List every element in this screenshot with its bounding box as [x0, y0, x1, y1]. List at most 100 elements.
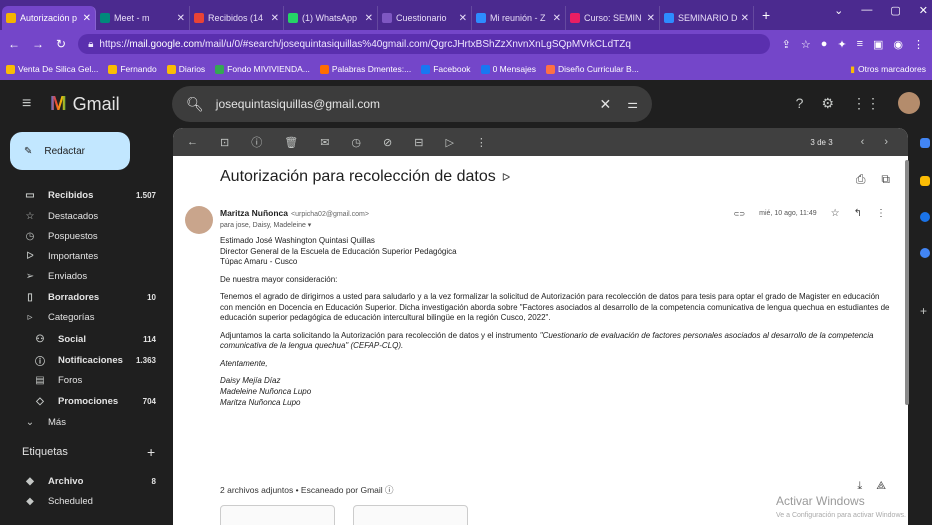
importance-marker-icon[interactable]: ᐅ — [502, 172, 510, 184]
bookmark-item[interactable]: Palabras Dmentes:... — [319, 64, 411, 74]
sender-name[interactable]: Maritza Nuñonca — [220, 208, 288, 218]
contacts-icon[interactable] — [920, 248, 930, 258]
label-item[interactable]: ◆ Scheduled — [0, 491, 170, 511]
back-to-list-icon[interactable]: ← — [187, 136, 198, 148]
new-tab-button[interactable]: + — [762, 7, 770, 23]
sidebar-item-borradores[interactable]: ▯ Borradores 10 — [0, 287, 170, 307]
sidebar-item-pospuestos[interactable]: ◷ Pospuestos — [0, 226, 170, 246]
sidebar-item-foros[interactable]: ▤ Foros — [0, 370, 170, 390]
browser-tab[interactable]: Cuestionario ✕ — [378, 6, 472, 30]
report-spam-icon[interactable]: ⓘ — [251, 134, 262, 150]
tab-close-icon[interactable]: ✕ — [177, 13, 185, 24]
calendar-icon[interactable] — [920, 138, 930, 148]
reply-icon[interactable]: ↰ — [854, 208, 862, 219]
bookmark-item[interactable]: Venta De Silica Gel... — [6, 64, 98, 74]
search-options-icon[interactable]: ⚌ — [627, 97, 638, 111]
bookmark-item[interactable]: Diseño Curricular B... — [546, 64, 639, 74]
print-icon[interactable]: ⎙ — [856, 172, 866, 187]
tab-close-icon[interactable]: ✕ — [647, 13, 655, 24]
profile-icon[interactable]: ◉ — [893, 38, 903, 51]
help-icon[interactable]: ? — [796, 95, 804, 111]
browser-tab[interactable]: Recibidos (14 ✕ — [190, 6, 284, 30]
add-addon-icon[interactable]: + — [920, 304, 927, 318]
extension-icon[interactable]: ● — [821, 38, 828, 51]
sidebar-item-notificaciones[interactable]: ⓘ Notificaciones 1.363 — [0, 350, 170, 370]
older-icon[interactable]: › — [884, 136, 888, 148]
bookmark-item[interactable]: Diarios — [166, 64, 205, 74]
tab-close-icon[interactable]: ✕ — [83, 13, 91, 24]
share-icon[interactable]: ⇪ — [782, 38, 791, 51]
label-item[interactable]: ◆ Archivo 8 — [0, 471, 170, 491]
snooze-icon[interactable]: ◷ — [351, 136, 361, 149]
close-window-button[interactable]: ✕ — [919, 4, 928, 17]
browser-tab[interactable]: Curso: SEMIN ✕ — [566, 6, 660, 30]
open-new-window-icon[interactable]: ⧉ — [881, 172, 890, 187]
tab-close-icon[interactable]: ✕ — [459, 13, 467, 24]
sidebar-item-promociones[interactable]: ◇ Promociones 704 — [0, 391, 170, 411]
attachment-thumbnail[interactable] — [353, 505, 468, 525]
search-icon[interactable]: 🔍︎ — [186, 96, 204, 113]
add-to-drive-icon[interactable]: ⟁ — [876, 480, 886, 493]
reload-icon[interactable]: ↻ — [56, 37, 66, 51]
back-icon[interactable]: ← — [8, 37, 20, 51]
forward-icon[interactable]: → — [32, 37, 44, 51]
sidebar-item-importantes[interactable]: ᐅ Importantes — [0, 246, 170, 266]
star-message-icon[interactable]: ☆ — [831, 208, 840, 219]
browser-tab[interactable]: (1) WhatsApp ✕ — [284, 6, 378, 30]
maximize-button[interactable]: ▢ — [890, 4, 900, 17]
tab-close-icon[interactable]: ✕ — [271, 13, 279, 24]
puzzle-icon[interactable]: ✦ — [837, 38, 846, 51]
add-task-icon[interactable]: ⊘ — [383, 136, 392, 149]
bookmark-item[interactable]: 0 Mensajes — [480, 64, 536, 74]
sidebar-item-destacados[interactable]: ☆ Destacados — [0, 206, 170, 226]
move-to-icon[interactable]: ⊟ — [414, 136, 423, 149]
add-label-button[interactable]: + — [147, 444, 155, 460]
mark-unread-icon[interactable]: ✉ — [320, 136, 329, 149]
sidebar-item-enviados[interactable]: ➢ Enviados — [0, 266, 170, 286]
reading-list-icon[interactable]: ≡ — [857, 38, 863, 51]
bookmark-item[interactable]: Fernando — [108, 64, 157, 74]
compose-button[interactable]: ✎ Redactar — [10, 132, 130, 170]
sidebar-item-ms[interactable]: ⌄ Más — [0, 412, 170, 432]
search-bar[interactable]: 🔍︎ josequintasiquillas@gmail.com ✕ ⚌ — [172, 86, 652, 122]
search-input[interactable]: josequintasiquillas@gmail.com — [216, 97, 380, 111]
browser-tab[interactable]: Autorización p ✕ — [2, 6, 96, 30]
tasks-icon[interactable] — [920, 212, 930, 222]
settings-gear-icon[interactable]: ⚙ — [821, 95, 834, 112]
recipients[interactable]: para jose, Daisy, Madeleine ▾ — [220, 221, 311, 229]
message-more-icon[interactable]: ⋮ — [876, 208, 886, 219]
minimize-button[interactable]: — — [861, 4, 872, 17]
sidebar-item-social[interactable]: ⚇ Social 114 — [0, 329, 170, 349]
archive-icon[interactable]: ⊡ — [220, 136, 229, 149]
label-icon[interactable]: ▷ — [445, 136, 453, 149]
bookmark-item[interactable]: Facebook — [421, 64, 471, 74]
sidebar-item-categoras[interactable]: ▹ Categorías — [0, 307, 170, 327]
account-avatar[interactable] — [898, 92, 920, 114]
other-bookmarks-folder[interactable]: ▮ Otros marcadores — [850, 64, 926, 75]
sidebar-item-recibidos[interactable]: ▭ Recibidos 1.507 — [0, 185, 170, 205]
newer-icon[interactable]: ‹ — [861, 136, 865, 148]
tab-search-icon[interactable]: ⌄ — [834, 4, 843, 17]
sender-avatar[interactable] — [185, 206, 213, 234]
bookmark-item[interactable]: Fondo MIVIVIENDA... — [215, 64, 310, 74]
browser-tab[interactable]: SEMINARIO D ✕ — [660, 6, 754, 30]
bookmark-star-icon[interactable]: ☆ — [801, 38, 811, 51]
tab-close-icon[interactable]: ✕ — [553, 13, 561, 24]
attachment-thumbnail[interactable] — [220, 505, 335, 525]
clear-search-icon[interactable]: ✕ — [600, 96, 612, 113]
more-options-icon[interactable]: ⋮ — [476, 136, 487, 149]
download-all-icon[interactable]: ⤓ — [857, 480, 862, 493]
gmail-logo[interactable]: M Gmail — [50, 93, 120, 116]
tab-close-icon[interactable]: ✕ — [741, 13, 749, 24]
side-panel-icon[interactable]: ▣ — [873, 38, 883, 51]
scrollbar[interactable] — [905, 160, 909, 405]
browser-tab[interactable]: Meet - m ✕ — [96, 6, 190, 30]
main-menu-icon[interactable]: ≡ — [22, 95, 36, 113]
apps-grid-icon[interactable]: ⋮⋮ — [852, 95, 880, 112]
keep-icon[interactable] — [920, 176, 930, 186]
chrome-menu-icon[interactable]: ⋮ — [913, 38, 924, 51]
browser-tab[interactable]: Mi reunión - Z ✕ — [472, 6, 566, 30]
delete-icon[interactable]: 🗑︎ — [284, 136, 298, 149]
url-field[interactable]: 🔒︎ https://mail.google.com/mail/u/0/#sea… — [78, 34, 770, 54]
tab-close-icon[interactable]: ✕ — [365, 13, 373, 24]
